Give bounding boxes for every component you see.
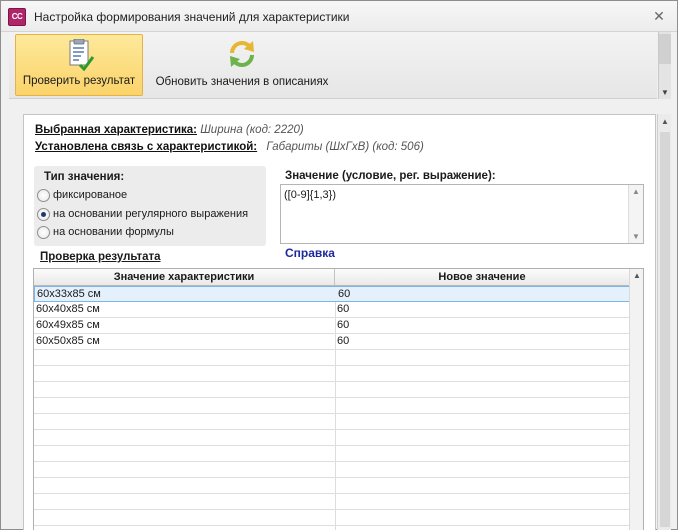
empty-row[interactable] — [34, 462, 630, 478]
cell-characteristic-value[interactable]: 60x40x85 см — [36, 302, 333, 317]
selected-characteristic-row: Выбранная характеристика: Ширина (код: 2… — [35, 124, 304, 136]
value-type-title: Тип значения: — [44, 171, 125, 183]
ribbon-toolbar: Проверить результат Обновить значения в … — [9, 32, 657, 99]
value-editor-title: Значение (условие, рег. выражение): — [285, 170, 496, 182]
scroll-thumb[interactable] — [660, 132, 670, 527]
grid-header: Значение характеристики Новое значение — [34, 269, 630, 286]
radio-regex-label: на основании регулярного выражения — [53, 208, 249, 220]
table-row[interactable]: 60x40x85 см 60 — [34, 302, 630, 318]
cell-new-value[interactable]: 60 — [338, 287, 628, 302]
radio-formula[interactable]: на основании формулы — [37, 225, 174, 241]
empty-row[interactable] — [34, 494, 630, 510]
grid-body: 60x33x85 см 60 60x40x85 см 60 60x49x85 см 60 6… — [34, 286, 630, 530]
ribbon-expand-icon[interactable]: ▼ — [661, 88, 669, 97]
empty-row[interactable] — [34, 350, 630, 366]
ribbon-scroll[interactable]: ▼ — [658, 32, 671, 99]
scroll-up-icon[interactable]: ▲ — [661, 117, 669, 126]
panel-scrollbar[interactable]: ▲ — [657, 114, 671, 530]
empty-row[interactable] — [34, 510, 630, 526]
selected-characteristic-label: Выбранная характеристика: — [35, 124, 198, 136]
check-section-title: Проверка результата — [40, 251, 161, 263]
scroll-down-icon[interactable]: ▼ — [632, 232, 640, 241]
app-window: CC Настройка формирования значений для х… — [0, 0, 678, 530]
value-editor-scrollbar[interactable]: ▲ ▼ — [628, 185, 643, 243]
title-bar: CC Настройка формирования значений для х… — [1, 1, 677, 32]
radio-regex[interactable]: на основании регулярного выражения — [37, 207, 248, 223]
table-row[interactable]: 60x33x85 см 60 — [34, 286, 630, 302]
close-icon[interactable]: ✕ — [651, 8, 667, 24]
check-result-button[interactable]: Проверить результат — [15, 34, 143, 96]
value-editor-text[interactable]: ([0-9]{1,3}) — [284, 189, 336, 201]
refresh-descriptions-label: Обновить значения в описаниях — [155, 76, 329, 88]
cell-new-value[interactable]: 60 — [337, 318, 627, 333]
linked-characteristic-label: Установлена связь с характеристикой: — [35, 141, 258, 153]
value-type-group: Тип значения: фиксированое на основании … — [34, 166, 266, 246]
radio-formula-button[interactable] — [37, 225, 50, 239]
radio-fixed[interactable]: фиксированое — [37, 188, 127, 204]
radio-fixed-label: фиксированое — [53, 189, 128, 201]
result-grid[interactable]: Значение характеристики Новое значение 6… — [33, 268, 644, 530]
grid-scrollbar[interactable]: ▲ — [629, 269, 643, 530]
cell-characteristic-value[interactable]: 60x50x85 см — [36, 334, 333, 349]
settings-panel: Выбранная характеристика: Ширина (код: 2… — [23, 114, 656, 530]
cell-characteristic-value[interactable]: 60x33x85 см — [37, 287, 334, 302]
radio-formula-label: на основании формулы — [53, 226, 174, 238]
selected-characteristic-value: Ширина (код: 2220) — [200, 124, 304, 136]
empty-row[interactable] — [34, 382, 630, 398]
empty-row[interactable] — [34, 430, 630, 446]
empty-row[interactable] — [34, 478, 630, 494]
check-result-label: Проверить результат — [22, 75, 136, 87]
empty-row[interactable] — [34, 398, 630, 414]
refresh-icon — [226, 38, 258, 70]
linked-characteristic-row: Установлена связь с характеристикой: Габ… — [35, 141, 424, 153]
empty-row[interactable] — [34, 414, 630, 430]
empty-row[interactable] — [34, 446, 630, 462]
column-header-characteristic[interactable]: Значение характеристики — [34, 269, 335, 285]
value-editor-field[interactable]: ([0-9]{1,3}) ▲ ▼ — [280, 184, 644, 244]
radio-regex-button[interactable] — [37, 207, 50, 221]
scroll-up-icon[interactable]: ▲ — [632, 187, 640, 196]
cell-new-value[interactable]: 60 — [337, 334, 627, 349]
checklist-icon — [63, 38, 95, 72]
scroll-up-icon[interactable]: ▲ — [633, 271, 641, 280]
table-row[interactable]: 60x50x85 см 60 — [34, 334, 630, 350]
table-row[interactable]: 60x49x85 см 60 — [34, 318, 630, 334]
column-header-new-value[interactable]: Новое значение — [335, 269, 630, 285]
window-title: Настройка формирования значений для хара… — [34, 10, 350, 24]
ribbon-scroll-up[interactable] — [659, 34, 671, 64]
empty-row[interactable] — [34, 366, 630, 382]
app-icon: CC — [8, 8, 26, 26]
cell-new-value[interactable]: 60 — [337, 302, 627, 317]
radio-fixed-button[interactable] — [37, 188, 50, 202]
help-link[interactable]: Справка — [285, 246, 335, 260]
cell-characteristic-value[interactable]: 60x49x85 см — [36, 318, 333, 333]
linked-characteristic-value: Габариты (ШхГхВ) (код: 506) — [266, 141, 424, 153]
refresh-descriptions-button[interactable]: Обновить значения в описаниях — [149, 34, 335, 96]
